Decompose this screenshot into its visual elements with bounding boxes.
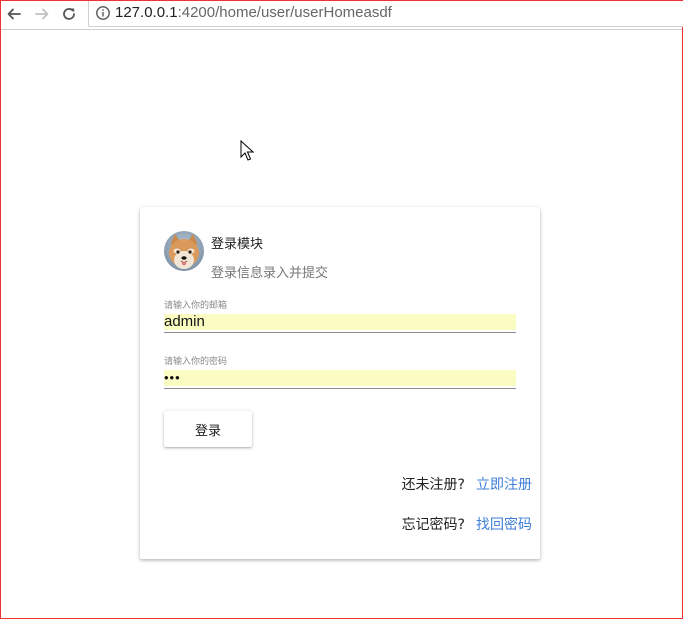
reload-button[interactable]	[58, 3, 80, 25]
password-label: 请输入你的密码	[164, 357, 228, 367]
email-input[interactable]	[164, 314, 516, 330]
url-path: :4200/home/user/userHomeasdf	[177, 4, 392, 21]
forgot-row: 忘记密码? 找回密码	[402, 514, 532, 534]
login-button[interactable]: 登录	[164, 411, 252, 447]
card-subtitle: 登录信息录入并提交	[211, 266, 329, 281]
forgot-prompt: 忘记密码?	[401, 517, 465, 533]
arrow-left-icon	[7, 8, 21, 20]
forward-button[interactable]	[31, 3, 53, 25]
address-bar[interactable]: 127.0.0.1:4200/home/user/userHomeasdf	[88, 1, 683, 27]
mouse-cursor-icon	[240, 140, 254, 161]
login-card: 登录模块 登录信息录入并提交 请输入你的邮箱 请输入你的密码 ••• 登录 还未…	[140, 207, 540, 559]
url-text[interactable]: 127.0.0.1:4200/home/user/userHomeasdf	[115, 4, 392, 21]
password-underline	[164, 388, 516, 389]
info-icon[interactable]	[95, 5, 111, 21]
arrow-right-icon	[35, 8, 49, 20]
email-underline	[164, 332, 516, 333]
url-host: 127.0.0.1	[115, 4, 178, 21]
browser-window: 127.0.0.1:4200/home/user/userHomeasdf 登录…	[0, 0, 683, 619]
back-button[interactable]	[3, 3, 25, 25]
email-label: 请输入你的邮箱	[164, 301, 228, 311]
register-row: 还未注册? 立即注册	[402, 474, 532, 494]
register-link[interactable]: 立即注册	[476, 477, 532, 493]
browser-toolbar: 127.0.0.1:4200/home/user/userHomeasdf	[1, 1, 683, 30]
password-input[interactable]: •••	[164, 370, 516, 386]
forgot-password-link[interactable]: 找回密码	[476, 517, 532, 533]
card-title: 登录模块	[211, 237, 264, 252]
dog-avatar-icon	[164, 231, 204, 271]
register-prompt: 还未注册?	[401, 477, 465, 493]
reload-icon	[63, 8, 75, 20]
